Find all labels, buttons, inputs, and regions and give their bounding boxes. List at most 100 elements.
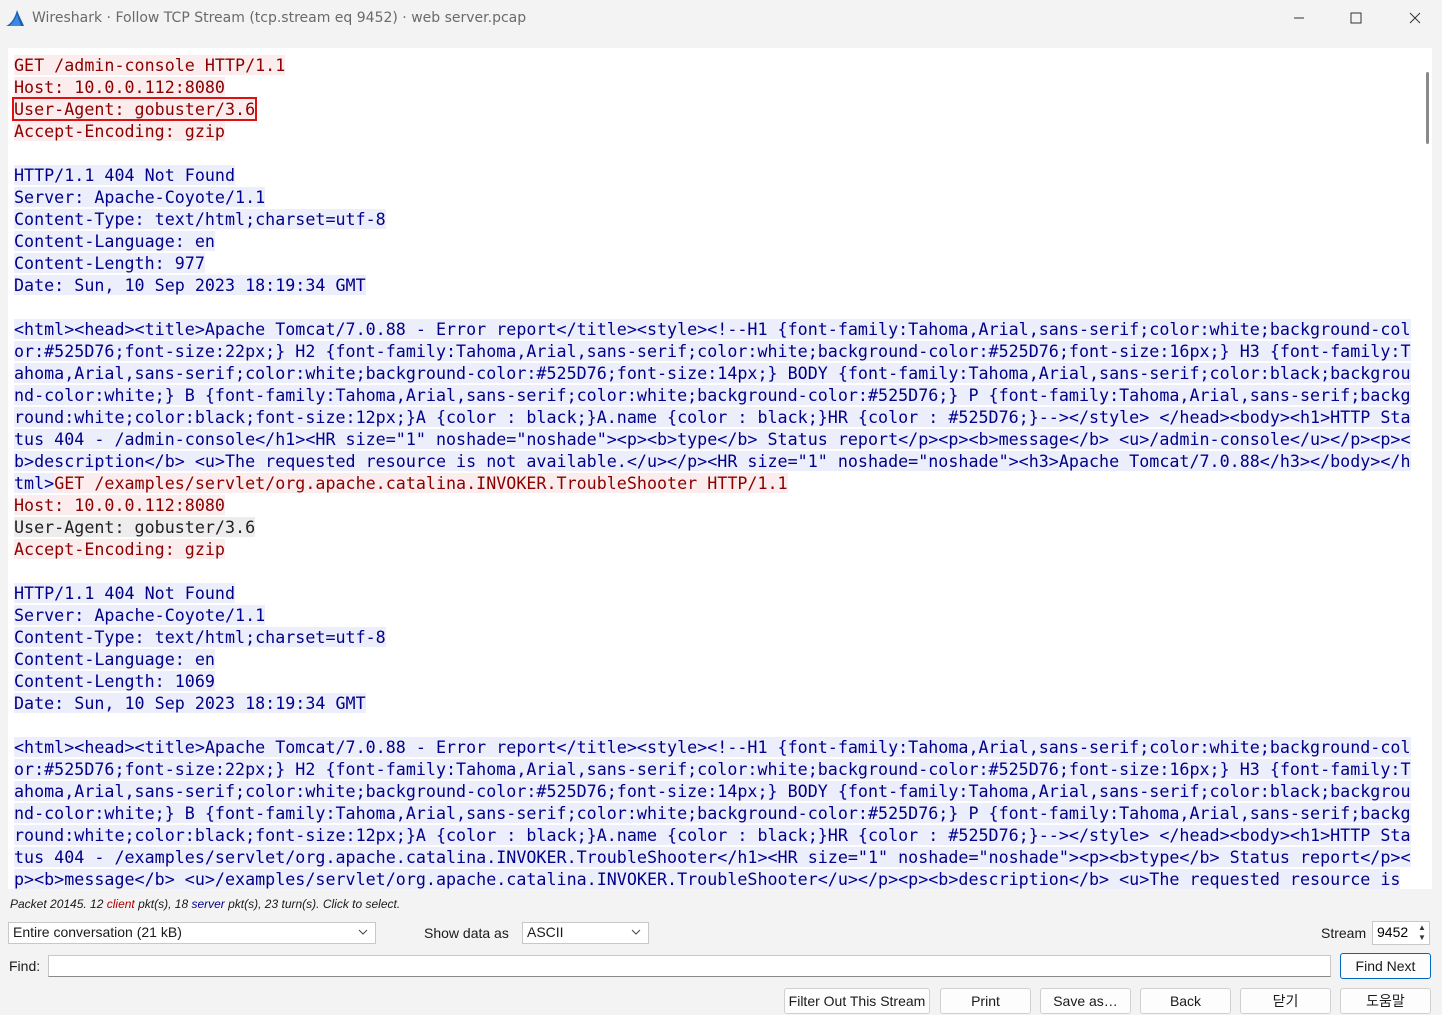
find-label: Find: <box>9 958 41 974</box>
plain-text: User-Agent: gobuster/3.6 <box>14 517 256 537</box>
server-text: tus 404 - /admin-console</h1><HR size="1… <box>14 429 1411 449</box>
minimize-button[interactable] <box>1270 0 1328 36</box>
server-text: tus 404 - /examples/servlet/org.apache.c… <box>14 847 1411 867</box>
wireshark-fin-icon <box>6 10 24 26</box>
stream-line[interactable]: or:#525D76;font-size:22px;} H2 {font-fam… <box>14 340 1411 362</box>
maximize-icon <box>1350 12 1362 24</box>
show-data-label: Show data as <box>424 925 509 941</box>
spin-up-icon[interactable]: ▲ <box>1417 923 1427 933</box>
stream-number-spinbox[interactable]: 9452 ▲ ▼ <box>1372 921 1430 945</box>
stream-text[interactable]: GET /admin-console HTTP/1.1 Host: 10.0.0.… <box>11 54 1411 889</box>
stream-line[interactable] <box>14 142 1409 164</box>
window-title: Wireshark · Follow TCP Stream (tcp.strea… <box>32 10 527 26</box>
stream-line[interactable]: round:white;color:black;font-size:12px;}… <box>14 824 1411 846</box>
stream-line[interactable]: Date: Sun, 10 Sep 2023 18:19:34 GMT <box>14 692 1409 714</box>
stream-line[interactable]: HTTP/1.1 404 Not Found <box>14 164 1409 186</box>
server-text: or:#525D76;font-size:22px;} H2 {font-fam… <box>14 759 1411 779</box>
server-text: round:white;color:black;font-size:12px;}… <box>14 407 1411 427</box>
server-text: Content-Length: 1069 <box>14 671 215 691</box>
client-text: User-Agent: gobuster/3.6 <box>11 97 258 121</box>
server-text: Content-Type: text/html;charset=utf-8 <box>14 627 386 647</box>
stream-line[interactable]: or:#525D76;font-size:22px;} H2 {font-fam… <box>14 758 1411 780</box>
stream-line[interactable]: Accept-Encoding: gzip <box>14 538 1409 560</box>
stream-line[interactable]: Host: 10.0.0.112:8080 <box>14 76 1409 98</box>
stream-content-pane[interactable]: GET /admin-console HTTP/1.1 Host: 10.0.0.… <box>8 48 1432 889</box>
server-text: nd-color:white;} B {font-family:Tahoma,A… <box>14 803 1411 823</box>
stream-line[interactable]: tus 404 - /admin-console</h1><HR size="1… <box>14 428 1411 450</box>
stream-line[interactable]: Accept-Encoding: gzip <box>14 120 1409 142</box>
stream-line[interactable]: Content-Type: text/html;charset=utf-8 <box>14 626 1409 648</box>
server-text: Content-Language: en <box>14 649 215 669</box>
stream-line[interactable]: GET /admin-console HTTP/1.1 <box>14 54 1409 76</box>
server-text: nd-color:white;} B {font-family:Tahoma,A… <box>14 385 1411 405</box>
minimize-icon <box>1294 17 1304 19</box>
find-input[interactable] <box>48 955 1331 977</box>
server-text: Content-Language: en <box>14 231 215 251</box>
stream-line[interactable]: Content-Length: 1069 <box>14 670 1409 692</box>
stream-line[interactable]: Date: Sun, 10 Sep 2023 18:19:34 GMT <box>14 274 1409 296</box>
close-button[interactable]: 닫기 <box>1240 988 1331 1014</box>
client-text: Host: 10.0.0.112:8080 <box>14 495 225 515</box>
stream-label: Stream <box>1321 925 1367 941</box>
client-text: GET /admin-console HTTP/1.1 <box>14 55 286 75</box>
spin-arrows[interactable]: ▲ ▼ <box>1417 923 1427 943</box>
stream-line[interactable]: nd-color:white;} B {font-family:Tahoma,A… <box>14 384 1411 406</box>
scrollbar-thumb[interactable] <box>1426 72 1429 144</box>
packet-summary[interactable]: Packet 20145. 12 client pkt(s), 18 serve… <box>10 897 400 911</box>
filter-out-stream-button[interactable]: Filter Out This Stream <box>784 988 930 1014</box>
stream-line[interactable]: tml>GET /examples/servlet/org.apache.cat… <box>14 472 1409 494</box>
packet-summary-middle: pkt(s), 18 <box>134 897 192 911</box>
stream-line[interactable]: <html><head><title>Apache Tomcat/7.0.88 … <box>14 318 1411 340</box>
stream-line[interactable]: ahoma,Arial,sans-serif;color:white;backg… <box>14 780 1411 802</box>
stream-line[interactable]: Content-Length: 977 <box>14 252 1409 274</box>
find-next-button[interactable]: Find Next <box>1340 953 1431 979</box>
server-text: Content-Type: text/html;charset=utf-8 <box>14 209 386 229</box>
stream-line[interactable]: Content-Language: en <box>14 648 1409 670</box>
spin-down-icon[interactable]: ▼ <box>1417 933 1427 943</box>
client-label: client <box>106 897 135 911</box>
stream-line[interactable]: Content-Language: en <box>14 230 1409 252</box>
server-text: tml> <box>14 473 55 493</box>
vertical-scrollbar[interactable] <box>1419 48 1432 889</box>
server-text: Date: Sun, 10 Sep 2023 18:19:34 GMT <box>14 693 366 713</box>
stream-line[interactable]: Content-Type: text/html;charset=utf-8 <box>14 208 1409 230</box>
stream-line[interactable] <box>14 560 1409 582</box>
server-text: Content-Length: 977 <box>14 253 205 273</box>
stream-number-value: 9452 <box>1377 924 1409 940</box>
stream-line[interactable] <box>14 296 1409 318</box>
stream-line[interactable]: b>description</b> <u>The requested resou… <box>14 450 1411 472</box>
close-window-button[interactable] <box>1386 0 1442 36</box>
stream-line[interactable]: Server: Apache-Coyote/1.1 <box>14 604 1409 626</box>
save-as-button[interactable]: Save as… <box>1040 988 1131 1014</box>
close-icon <box>1409 12 1421 24</box>
maximize-button[interactable] <box>1327 0 1385 36</box>
server-text: b>description</b> <u>The requested resou… <box>14 451 1411 471</box>
server-text: <html><head><title>Apache Tomcat/7.0.88 … <box>14 319 1411 339</box>
stream-line[interactable]: Server: Apache-Coyote/1.1 <box>14 186 1409 208</box>
stream-line[interactable] <box>14 714 1409 736</box>
stream-line[interactable]: nd-color:white;} B {font-family:Tahoma,A… <box>14 802 1411 824</box>
show-data-select[interactable]: ASCII <box>522 922 649 944</box>
conversation-select-value: Entire conversation (21 kB) <box>13 924 182 940</box>
back-button[interactable]: Back <box>1140 988 1231 1014</box>
chevron-down-icon <box>358 929 368 935</box>
stream-line[interactable]: p><b>message</b> <u>/examples/servlet/or… <box>14 868 1409 889</box>
stream-line[interactable]: ahoma,Arial,sans-serif;color:white;backg… <box>14 362 1411 384</box>
client-text: Host: 10.0.0.112:8080 <box>14 77 225 97</box>
stream-line[interactable]: User-Agent: gobuster/3.6 <box>14 516 1409 538</box>
stream-line[interactable]: tus 404 - /examples/servlet/org.apache.c… <box>14 846 1411 868</box>
print-button[interactable]: Print <box>940 988 1031 1014</box>
stream-line[interactable]: User-Agent: gobuster/3.6 <box>11 97 1409 121</box>
packet-summary-prefix: Packet 20145. 12 <box>10 897 107 911</box>
conversation-select[interactable]: Entire conversation (21 kB) <box>8 922 376 944</box>
stream-line[interactable]: Host: 10.0.0.112:8080 <box>14 494 1409 516</box>
client-text: Accept-Encoding: gzip <box>14 121 225 141</box>
stream-line[interactable]: <html><head><title>Apache Tomcat/7.0.88 … <box>14 736 1411 758</box>
show-data-select-value: ASCII <box>527 924 564 940</box>
client-text: Accept-Encoding: gzip <box>14 539 225 559</box>
packet-summary-suffix: pkt(s), 23 turn(s). Click to select. <box>224 897 401 911</box>
help-button[interactable]: 도움말 <box>1340 988 1431 1014</box>
stream-line[interactable]: HTTP/1.1 404 Not Found <box>14 582 1409 604</box>
server-text: ahoma,Arial,sans-serif;color:white;backg… <box>14 363 1411 383</box>
stream-line[interactable]: round:white;color:black;font-size:12px;}… <box>14 406 1411 428</box>
